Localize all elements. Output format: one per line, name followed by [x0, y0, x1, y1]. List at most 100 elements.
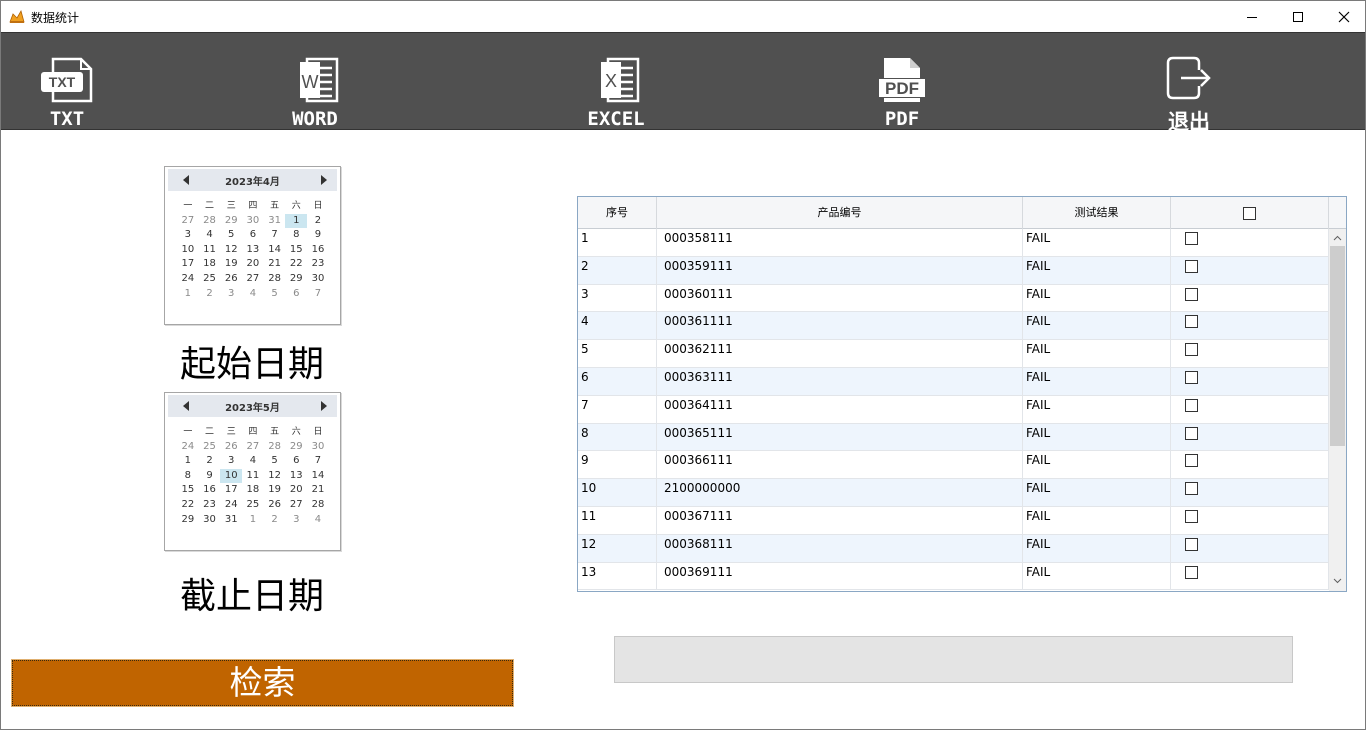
calendar-day[interactable]: 20: [242, 257, 264, 272]
table-row[interactable]: 10 2100000000 FAIL: [578, 479, 1329, 507]
table-row[interactable]: 4 000361111 FAIL: [578, 312, 1329, 341]
row-index-cell[interactable]: 9: [578, 451, 657, 480]
calendar-day[interactable]: 23: [307, 257, 329, 272]
row-checkbox[interactable]: [1185, 398, 1198, 412]
calendar-day[interactable]: 2: [199, 287, 221, 302]
row-index-cell[interactable]: 12: [578, 534, 657, 563]
scroll-up-icon[interactable]: [1333, 234, 1342, 243]
calendar-day[interactable]: 21: [264, 257, 286, 272]
calendar-day[interactable]: 23: [199, 498, 221, 513]
calendar-day[interactable]: 26: [264, 498, 286, 513]
calendar-day[interactable]: 24: [177, 272, 199, 287]
product-id-cell[interactable]: 2100000000: [657, 479, 1023, 507]
product-id-cell[interactable]: 000363111: [657, 368, 1023, 396]
calendar-day[interactable]: 3: [220, 454, 242, 469]
calendar-day[interactable]: 19: [264, 483, 286, 498]
calendar-day[interactable]: 29: [177, 513, 199, 528]
test-result-cell[interactable]: FAIL: [1023, 340, 1171, 368]
header-index[interactable]: 序号: [578, 197, 657, 229]
calendar-day[interactable]: 28: [307, 498, 329, 513]
calendar-day[interactable]: 14: [264, 243, 286, 258]
calendar-day[interactable]: 28: [264, 440, 286, 455]
calendar-day[interactable]: 20: [285, 483, 307, 498]
table-row[interactable]: 13 000369111 FAIL: [578, 562, 1329, 591]
product-id-cell[interactable]: 000364111: [657, 395, 1023, 424]
calendar-day[interactable]: 8: [177, 469, 199, 484]
test-result-cell[interactable]: FAIL: [1023, 284, 1171, 313]
row-index-cell[interactable]: 8: [578, 423, 657, 452]
calendar-day[interactable]: 4: [242, 287, 264, 302]
calendar-day[interactable]: 25: [199, 272, 221, 287]
scroll-down-icon[interactable]: [1333, 576, 1342, 585]
product-id-cell[interactable]: 000361111: [657, 312, 1023, 341]
calendar-day[interactable]: 22: [285, 257, 307, 272]
calendar-day[interactable]: 12: [264, 469, 286, 484]
select-all-checkbox[interactable]: [1243, 207, 1256, 220]
calendar-day[interactable]: 2: [264, 513, 286, 528]
calendar-day-selected[interactable]: 1: [285, 213, 308, 229]
calendar-day[interactable]: 30: [307, 440, 329, 455]
calendar-day[interactable]: 27: [285, 498, 307, 513]
calendar-day[interactable]: 8: [285, 228, 307, 243]
calendar-day[interactable]: 6: [242, 228, 264, 243]
calendar-day[interactable]: 29: [285, 440, 307, 455]
row-index-cell[interactable]: 1: [578, 229, 657, 257]
calendar-day[interactable]: 30: [242, 214, 264, 229]
calendar-day[interactable]: 25: [199, 440, 221, 455]
table-row[interactable]: 11 000367111 FAIL: [578, 507, 1329, 535]
row-checkbox[interactable]: [1185, 510, 1198, 523]
row-checkbox[interactable]: [1185, 426, 1198, 440]
next-month-icon[interactable]: [321, 401, 327, 411]
table-row[interactable]: 5 000362111 FAIL: [578, 340, 1329, 368]
calendar-day[interactable]: 4: [199, 228, 221, 243]
calendar-day[interactable]: 15: [285, 243, 307, 258]
product-id-cell[interactable]: 000358111: [657, 229, 1023, 257]
product-id-cell[interactable]: 000369111: [657, 562, 1023, 591]
calendar-day[interactable]: 15: [177, 483, 199, 498]
test-result-cell[interactable]: FAIL: [1023, 562, 1171, 591]
calendar-day[interactable]: 25: [242, 498, 264, 513]
test-result-cell[interactable]: FAIL: [1023, 395, 1171, 424]
next-month-icon[interactable]: [321, 175, 327, 185]
calendar-day[interactable]: 18: [199, 257, 221, 272]
calendar-day[interactable]: 6: [285, 454, 307, 469]
calendar-day[interactable]: 14: [307, 469, 329, 484]
calendar-day[interactable]: 12: [220, 243, 242, 258]
product-id-cell[interactable]: 000367111: [657, 507, 1023, 535]
calendar-day[interactable]: 5: [220, 228, 242, 243]
calendar-day[interactable]: 7: [307, 454, 329, 469]
calendar-day-selected[interactable]: 10: [220, 468, 243, 484]
calendar-day[interactable]: 24: [220, 498, 242, 513]
calendar-day[interactable]: 22: [177, 498, 199, 513]
test-result-cell[interactable]: FAIL: [1023, 507, 1171, 535]
calendar-day[interactable]: 16: [307, 243, 329, 258]
export-txt-button[interactable]: TXT TXT: [22, 33, 112, 131]
calendar-day[interactable]: 9: [307, 228, 329, 243]
calendar-day[interactable]: 24: [177, 440, 199, 455]
calendar-day[interactable]: 30: [199, 513, 221, 528]
start-date-calendar[interactable]: 2023年4月 一二三四五六日 27 28 29 30 31 1 2 3 4 5 6 7 8 9 10 11 12…: [164, 166, 341, 325]
product-id-cell[interactable]: 000368111: [657, 534, 1023, 563]
close-button[interactable]: [1321, 1, 1365, 32]
calendar-day[interactable]: 4: [307, 513, 329, 528]
row-index-cell[interactable]: 6: [578, 368, 657, 396]
table-row[interactable]: 1 000358111 FAIL: [578, 229, 1329, 257]
test-result-cell[interactable]: FAIL: [1023, 312, 1171, 341]
calendar-day[interactable]: 17: [177, 257, 199, 272]
product-id-cell[interactable]: 000366111: [657, 451, 1023, 480]
row-checkbox[interactable]: [1185, 343, 1198, 357]
row-checkbox[interactable]: [1185, 232, 1198, 245]
table-row[interactable]: 12 000368111 FAIL: [578, 534, 1329, 563]
calendar-day[interactable]: 27: [242, 440, 264, 455]
export-pdf-button[interactable]: PDF PDF: [857, 33, 947, 131]
calendar-day[interactable]: 26: [220, 440, 242, 455]
table-row[interactable]: 8 000365111 FAIL: [578, 423, 1329, 452]
test-result-cell[interactable]: FAIL: [1023, 256, 1171, 285]
row-checkbox[interactable]: [1185, 371, 1198, 384]
calendar-day[interactable]: 29: [220, 214, 242, 229]
test-result-cell[interactable]: FAIL: [1023, 479, 1171, 507]
calendar-day[interactable]: 4: [242, 454, 264, 469]
row-checkbox[interactable]: [1185, 454, 1198, 468]
row-index-cell[interactable]: 5: [578, 340, 657, 368]
calendar-day[interactable]: 2: [199, 454, 221, 469]
